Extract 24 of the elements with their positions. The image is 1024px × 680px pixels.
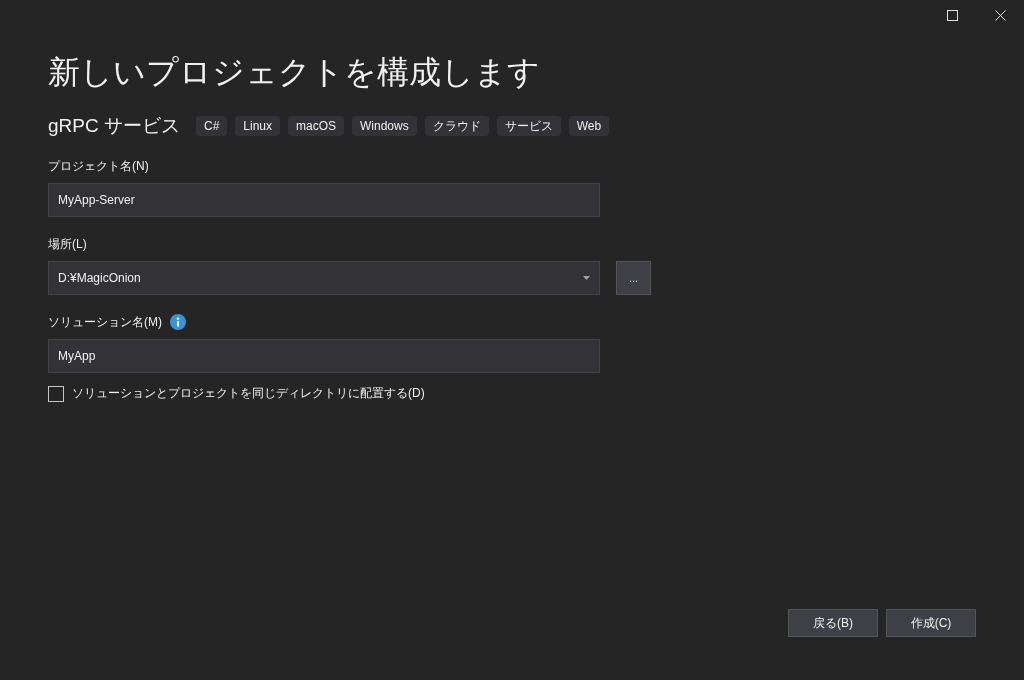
field-label: ソリューション名(M) — [48, 314, 162, 330]
input-field[interactable]: MyApp-Server — [48, 183, 600, 217]
maximize-icon[interactable] — [947, 10, 958, 21]
input-field[interactable]: MyApp — [48, 339, 600, 373]
browse-button[interactable]: ... — [616, 261, 651, 295]
window-title: 新しいプロジェクトを構成します — [48, 53, 541, 92]
checkbox[interactable] — [48, 385, 64, 402]
tag: Web — [568, 116, 610, 136]
checkbox-label: ソリューションとプロジェクトを同じディレクトリに配置する(D) — [72, 385, 425, 402]
tag: Linux — [235, 116, 280, 136]
dialog-button[interactable]: 戻る(B) — [788, 609, 878, 637]
tag: クラウド — [424, 116, 489, 136]
caret-icon — [583, 276, 590, 280]
field-label: プロジェクト名(N) — [48, 158, 149, 174]
tag: Windows — [352, 116, 417, 136]
tag: サービス — [496, 116, 561, 136]
info-icon[interactable] — [170, 314, 186, 330]
tag: C# — [195, 116, 228, 136]
tag: macOS — [288, 116, 344, 136]
template-name: gRPC サービス — [48, 114, 180, 138]
close-icon[interactable] — [995, 10, 1006, 21]
dialog-button[interactable]: 作成(C) — [886, 609, 976, 637]
location-dropdown[interactable]: D:¥MagicOnion — [48, 261, 600, 295]
field-label: 場所(L) — [48, 236, 87, 252]
